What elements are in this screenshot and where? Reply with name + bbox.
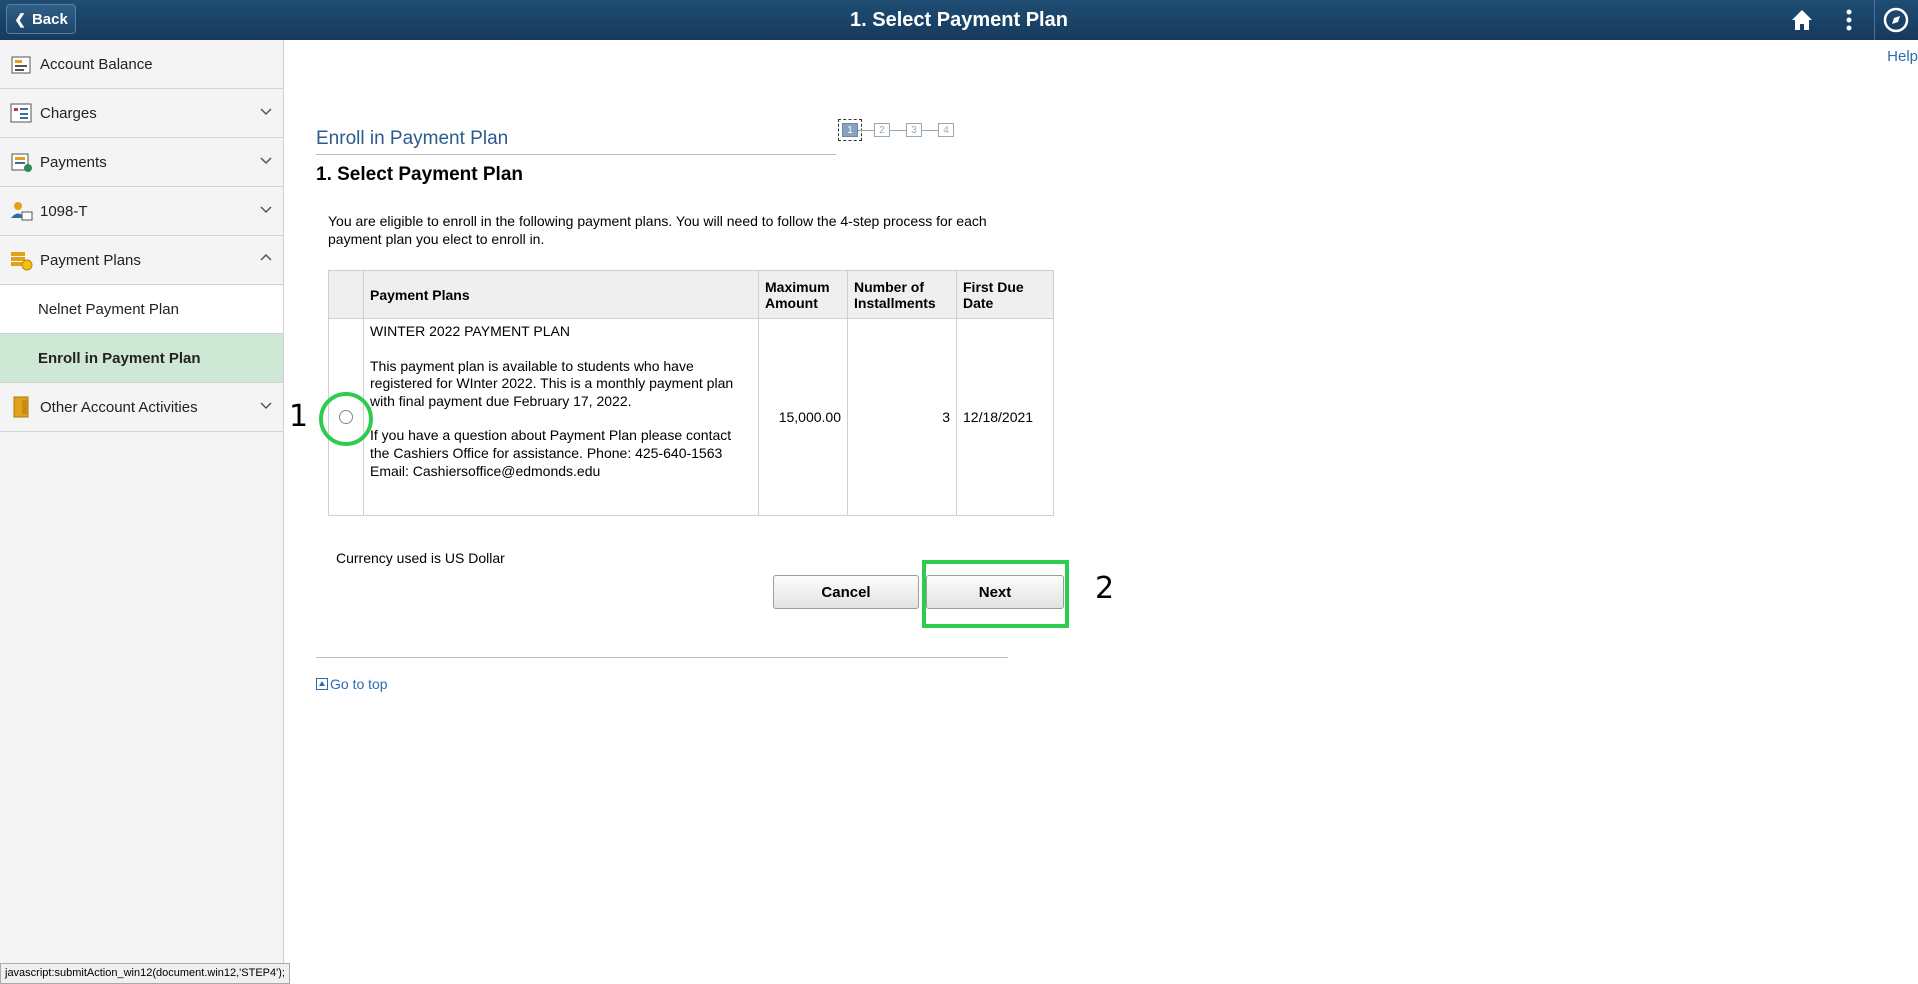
sidebar-item-label: Other Account Activities — [40, 398, 198, 416]
first-due-cell: 12/18/2021 — [956, 318, 1054, 516]
sidebar: Account Balance Charges Payments 1098-T — [0, 40, 284, 983]
sidebar-item-label: Payment Plans — [40, 251, 141, 269]
charges-icon — [10, 103, 32, 123]
annotation-number-2: 2 — [1095, 571, 1115, 606]
annotation-rectangle — [922, 560, 1069, 628]
arrow-up-icon — [316, 678, 328, 690]
chevron-down-icon — [260, 157, 272, 165]
column-header-plans: Payment Plans — [363, 270, 759, 319]
column-header-installments: Number of Installments — [847, 270, 957, 319]
chevron-up-icon — [260, 253, 272, 261]
payment-plans-icon — [11, 252, 33, 271]
chevron-down-icon — [260, 206, 272, 214]
top-bar: ❮ Back 1. Select Payment Plan — [0, 0, 1918, 40]
sidebar-subitem-enroll[interactable]: Enroll in Payment Plan — [0, 334, 283, 383]
sidebar-subitem-nelnet[interactable]: Nelnet Payment Plan — [0, 285, 283, 334]
step-2[interactable]: 2 — [874, 123, 890, 137]
currency-note: Currency used is US Dollar — [336, 550, 505, 566]
status-bar: javascript:submitAction_win12(document.w… — [0, 963, 290, 984]
go-to-top-link[interactable]: Go to top — [316, 676, 388, 692]
step-1[interactable]: 1 — [838, 119, 862, 141]
sidebar-item-label: Payments — [40, 153, 107, 171]
page-title: 1. Select Payment Plan — [850, 9, 1068, 31]
sidebar-item-other-account-activities[interactable]: Other Account Activities — [0, 383, 283, 432]
table-row: WINTER 2022 PAYMENT PLAN This payment pl… — [328, 318, 1054, 516]
page-heading: 1. Select Payment Plan — [316, 164, 523, 185]
plan-desc-1: This payment plan is available to studen… — [370, 357, 734, 409]
folder-icon — [13, 396, 29, 418]
plan-desc-2: If you have a question about Payment Pla… — [370, 427, 732, 479]
divider — [316, 657, 1008, 658]
max-amount-cell: 15,000.00 — [758, 318, 848, 516]
cancel-button[interactable]: Cancel — [773, 575, 919, 609]
account-balance-icon — [11, 56, 31, 74]
navigator-compass-icon[interactable] — [1882, 6, 1910, 34]
sidebar-item-label: Account Balance — [40, 55, 153, 73]
select-column-header — [328, 270, 364, 319]
plan-description-cell: WINTER 2022 PAYMENT PLAN This payment pl… — [363, 318, 759, 516]
annotation-circle — [319, 392, 373, 446]
payment-plans-table: Payment Plans Maximum Amount Number of I… — [328, 270, 1054, 516]
sidebar-item-label: 1098-T — [40, 202, 88, 220]
section-title: Enroll in Payment Plan — [316, 128, 836, 155]
home-icon[interactable] — [1788, 6, 1816, 34]
chevron-down-icon — [260, 402, 272, 410]
step-4[interactable]: 4 — [938, 123, 954, 137]
step-indicator: 1 2 3 4 — [838, 119, 954, 141]
installments-cell: 3 — [847, 318, 957, 516]
help-link[interactable]: Help — [1887, 48, 1918, 65]
sidebar-item-1098t[interactable]: 1098-T — [0, 187, 283, 236]
sidebar-item-label: Charges — [40, 104, 97, 122]
plan-name: WINTER 2022 PAYMENT PLAN — [370, 323, 570, 339]
go-to-top-label: Go to top — [330, 676, 388, 692]
chevron-down-icon — [260, 108, 272, 116]
sidebar-item-account-balance[interactable]: Account Balance — [0, 40, 283, 89]
column-header-max-amount: Maximum Amount — [758, 270, 848, 319]
sidebar-item-payment-plans[interactable]: Payment Plans — [0, 236, 283, 285]
intro-text: You are eligible to enroll in the follow… — [328, 213, 987, 247]
step-3[interactable]: 3 — [906, 123, 922, 137]
more-options-icon[interactable] — [1835, 6, 1863, 34]
sidebar-item-payments[interactable]: Payments — [0, 138, 283, 187]
column-header-first-due: First Due Date — [956, 270, 1054, 319]
sidebar-item-charges[interactable]: Charges — [0, 89, 283, 138]
annotation-number-1: 1 — [289, 399, 309, 434]
tax-form-user-icon — [11, 202, 33, 221]
payments-icon — [11, 153, 32, 172]
